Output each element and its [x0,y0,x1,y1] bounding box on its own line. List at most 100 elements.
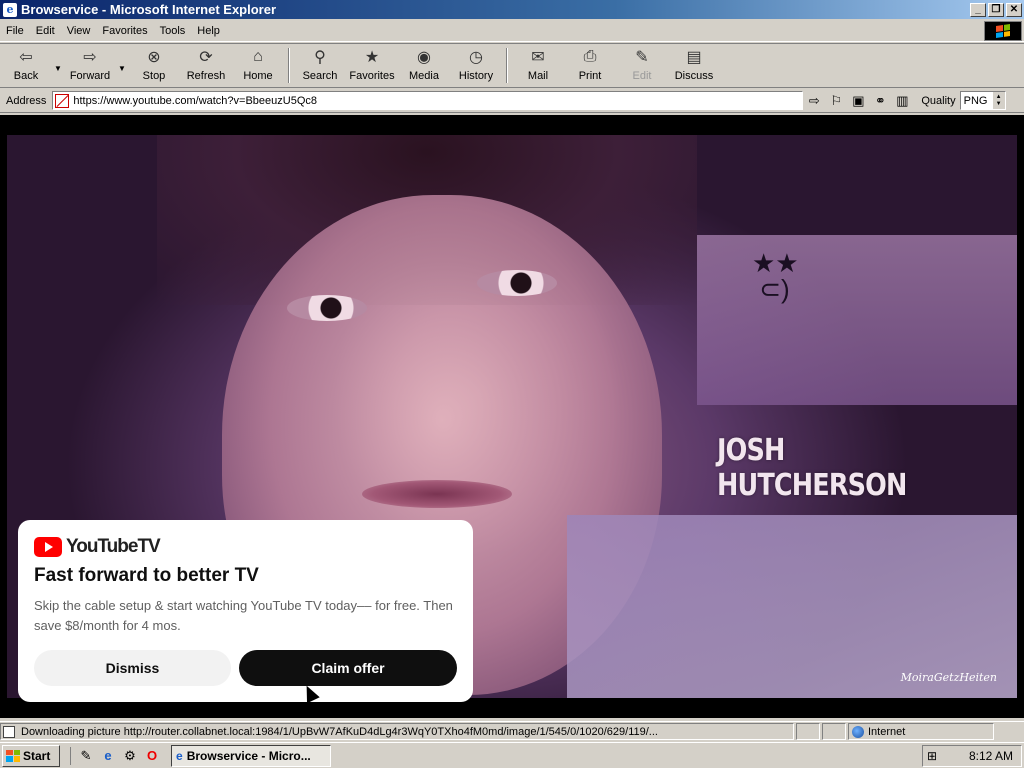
home-icon: ⌂ [253,48,263,65]
star-tattoo-icon: ★★ ⊂) [752,248,799,304]
status-text: Downloading picture http://router.collab… [21,725,658,738]
internet-explorer-icon[interactable]: e [99,747,117,765]
print-label: Print [578,70,602,82]
mail-icon: ✉ [531,49,545,66]
page-icon[interactable]: ▣ [847,91,869,111]
window-controls: _ ❐ ✕ [970,2,1022,17]
taskbar: Start ✎ e ⚙ O e Browservice - Micro... ⊞… [0,742,1024,768]
youtube-logo-icon [34,537,62,557]
search-icon: ⚲ [314,49,326,66]
ie-window-icon: e [176,748,183,763]
youtube-tv-brand: YouTubeTV [34,536,457,558]
video-overlay-text: JOSH HUTCHERSON [717,433,907,503]
back-arrow-icon: ⇦ [19,49,33,66]
print-button[interactable]: ⎙ Print [564,44,616,87]
history-label: History [458,70,494,82]
browser-viewport: ★★ ⊂) JOSH HUTCHERSON MoiraGetzHeiten Yo… [0,115,1024,718]
network-icon[interactable]: ⚙ [121,747,139,765]
media-icon: ◉ [417,49,431,66]
favorites-button[interactable]: ★ Favorites [346,44,398,87]
taskbar-item-browservice[interactable]: e Browservice - Micro... [171,744,331,767]
find-binoculars-icon[interactable]: ⚭ [869,91,891,111]
search-label: Search [302,70,338,82]
quality-control: Quality PNG ▲ ▼ [921,91,1006,110]
address-input[interactable]: https://www.youtube.com/watch?v=BbeeuzU5… [52,91,804,110]
address-bar: Address https://www.youtube.com/watch?v=… [0,89,1024,113]
media-button[interactable]: ◉ Media [398,44,450,87]
quality-label: Quality [921,94,956,107]
clock[interactable]: 8:12 AM [969,749,1013,763]
standard-toolbar: ⇦ Back ▼ ⇨ Forward ▼ ⊗ Stop ⟳ Refresh ⌂ … [0,43,1024,88]
window-titlebar[interactable]: e Browservice - Microsoft Internet Explo… [0,0,1024,19]
menu-view[interactable]: View [61,25,97,37]
claim-offer-button[interactable]: Claim offer [239,650,457,686]
back-label: Back [13,70,39,82]
toolbar-separator [506,48,508,83]
edit-button[interactable]: ✎ Edit [616,44,668,87]
minimize-button[interactable]: _ [970,2,986,17]
quick-launch: ✎ e ⚙ O [70,746,161,765]
restore-button[interactable]: ❐ [988,2,1004,17]
internet-globe-icon [852,725,864,738]
clipboard-icon[interactable]: ▥ [891,91,913,111]
menu-favorites[interactable]: Favorites [96,25,153,37]
video-frame-mouth [362,480,512,508]
address-url: https://www.youtube.com/watch?v=BbeeuzU5… [73,94,318,107]
download-page-icon [3,725,15,738]
windows-logo-icon [984,21,1022,41]
taskbar-item-label: Browservice - Micro... [186,748,311,763]
window-title: Browservice - Microsoft Internet Explore… [21,2,277,17]
forward-button[interactable]: ⇨ Forward [64,44,116,87]
menu-edit[interactable]: Edit [30,25,61,37]
go-arrow-icon[interactable]: ⇨ [803,91,825,111]
stop-label: Stop [142,70,166,82]
status-progress-cell [796,723,820,740]
dismiss-button[interactable]: Dismiss [34,650,231,686]
stop-button[interactable]: ⊗ Stop [128,44,180,87]
edit-icon: ✎ [635,49,649,66]
history-button[interactable]: ◷ History [450,44,502,87]
discuss-label: Discuss [674,70,714,82]
home-button[interactable]: ⌂ Home [232,44,284,87]
status-bar: Downloading picture http://router.collab… [0,721,1024,741]
quality-select[interactable]: PNG ▲ ▼ [959,91,1006,110]
discuss-icon: ▤ [686,49,702,66]
printer-icon: ⎙ [583,48,597,65]
broken-page-icon [55,93,70,108]
refresh-label: Refresh [186,70,226,82]
mail-button[interactable]: ✉ Mail [512,44,564,87]
forward-dropdown[interactable]: ▼ [116,44,128,87]
video-frame-arm [697,235,1017,405]
opera-icon[interactable]: O [143,747,161,765]
favorites-folder-icon: ★ [364,49,380,66]
back-button[interactable]: ⇦ Back [0,44,52,87]
show-desktop-icon[interactable]: ✎ [77,747,95,765]
discuss-button[interactable]: ▤ Discuss [668,44,720,87]
mail-label: Mail [527,70,549,82]
refresh-button[interactable]: ⟳ Refresh [180,44,232,87]
quality-value: PNG [963,94,988,107]
start-button[interactable]: Start [2,744,60,767]
back-dropdown[interactable]: ▼ [52,44,64,87]
close-button[interactable]: ✕ [1006,2,1022,17]
menu-file[interactable]: File [0,25,30,37]
tray-network-icon[interactable]: ⊞ [927,749,937,763]
status-text-panel: Downloading picture http://router.collab… [0,723,794,740]
security-zone[interactable]: Internet [848,723,994,740]
menu-help[interactable]: Help [191,25,226,37]
home-label: Home [243,70,273,82]
bookmark-icon[interactable]: ⚐ [825,91,847,111]
history-icon: ◷ [469,49,483,66]
address-label: Address [6,94,47,107]
search-button[interactable]: ⚲ Search [294,44,346,87]
media-label: Media [409,70,439,82]
ie-logo-icon: e [3,2,17,17]
stop-icon: ⊗ [147,49,161,66]
status-lock-cell [822,723,846,740]
quality-spinner-icon[interactable]: ▲ ▼ [992,92,1005,109]
menu-tools[interactable]: Tools [154,25,192,37]
promo-body: Skip the cable setup & start watching Yo… [34,598,453,633]
refresh-icon: ⟳ [199,49,213,66]
video-watermark: MoiraGetzHeiten [900,671,997,684]
toolbar-separator [288,48,290,83]
